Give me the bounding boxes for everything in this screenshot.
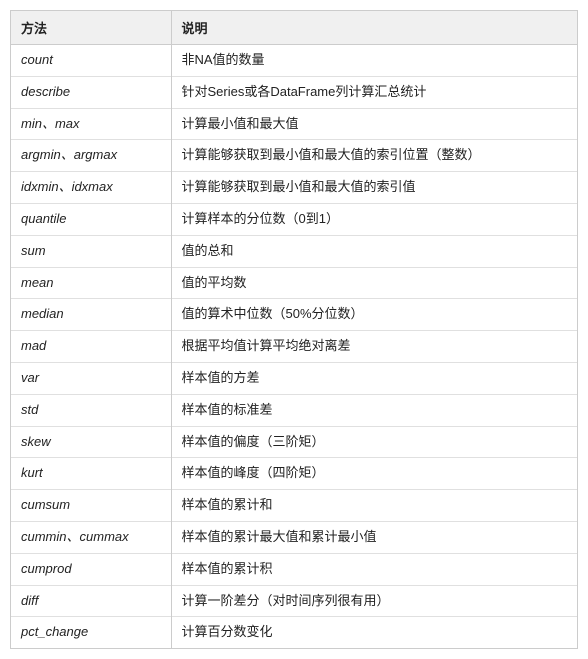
table-row: skew样本值的偏度（三阶矩） <box>11 426 577 458</box>
column-header-method: 方法 <box>11 11 171 45</box>
description-cell: 样本值的标准差 <box>171 394 577 426</box>
description-cell: 计算能够获取到最小值和最大值的索引位置（整数） <box>171 140 577 172</box>
method-cell: idxmin、idxmax <box>11 172 171 204</box>
method-cell: mad <box>11 331 171 363</box>
description-cell: 针对Series或各DataFrame列计算汇总统计 <box>171 76 577 108</box>
table-row: quantile计算样本的分位数（0到1） <box>11 203 577 235</box>
table-row: describe针对Series或各DataFrame列计算汇总统计 <box>11 76 577 108</box>
method-cell: sum <box>11 235 171 267</box>
method-cell: diff <box>11 585 171 617</box>
method-cell: min、max <box>11 108 171 140</box>
description-cell: 样本值的累计和 <box>171 490 577 522</box>
description-cell: 样本值的方差 <box>171 362 577 394</box>
column-header-description: 说明 <box>171 11 577 45</box>
method-cell: cumprod <box>11 553 171 585</box>
methods-table: 方法 说明 count非NA值的数量describe针对Series或各Data… <box>11 11 577 648</box>
table-row: cummin、cummax样本值的累计最大值和累计最小值 <box>11 521 577 553</box>
description-cell: 计算样本的分位数（0到1） <box>171 203 577 235</box>
method-cell: quantile <box>11 203 171 235</box>
method-cell: describe <box>11 76 171 108</box>
method-cell: std <box>11 394 171 426</box>
description-cell: 计算最小值和最大值 <box>171 108 577 140</box>
description-cell: 样本值的峰度（四阶矩） <box>171 458 577 490</box>
table-row: sum值的总和 <box>11 235 577 267</box>
table-row: pct_change计算百分数变化 <box>11 617 577 648</box>
table-row: mad根据平均值计算平均绝对离差 <box>11 331 577 363</box>
description-cell: 值的平均数 <box>171 267 577 299</box>
table-row: kurt样本值的峰度（四阶矩） <box>11 458 577 490</box>
method-cell: var <box>11 362 171 394</box>
table-row: cumprod样本值的累计积 <box>11 553 577 585</box>
table-header-row: 方法 说明 <box>11 11 577 45</box>
description-cell: 非NA值的数量 <box>171 45 577 77</box>
method-cell: cumsum <box>11 490 171 522</box>
table-row: argmin、argmax计算能够获取到最小值和最大值的索引位置（整数） <box>11 140 577 172</box>
method-cell: mean <box>11 267 171 299</box>
methods-table-container: 方法 说明 count非NA值的数量describe针对Series或各Data… <box>10 10 578 649</box>
method-cell: argmin、argmax <box>11 140 171 172</box>
table-row: min、max计算最小值和最大值 <box>11 108 577 140</box>
description-cell: 计算一阶差分（对时间序列很有用） <box>171 585 577 617</box>
method-cell: kurt <box>11 458 171 490</box>
method-cell: median <box>11 299 171 331</box>
description-cell: 样本值的累计最大值和累计最小值 <box>171 521 577 553</box>
table-body: count非NA值的数量describe针对Series或各DataFrame列… <box>11 45 577 649</box>
description-cell: 计算百分数变化 <box>171 617 577 648</box>
table-row: diff计算一阶差分（对时间序列很有用） <box>11 585 577 617</box>
description-cell: 计算能够获取到最小值和最大值的索引值 <box>171 172 577 204</box>
table-row: std样本值的标准差 <box>11 394 577 426</box>
method-cell: cummin、cummax <box>11 521 171 553</box>
method-cell: skew <box>11 426 171 458</box>
table-row: count非NA值的数量 <box>11 45 577 77</box>
table-row: median值的算术中位数（50%分位数） <box>11 299 577 331</box>
table-row: cumsum样本值的累计和 <box>11 490 577 522</box>
description-cell: 值的算术中位数（50%分位数） <box>171 299 577 331</box>
method-cell: pct_change <box>11 617 171 648</box>
description-cell: 值的总和 <box>171 235 577 267</box>
method-cell: count <box>11 45 171 77</box>
description-cell: 根据平均值计算平均绝对离差 <box>171 331 577 363</box>
description-cell: 样本值的偏度（三阶矩） <box>171 426 577 458</box>
description-cell: 样本值的累计积 <box>171 553 577 585</box>
table-row: var样本值的方差 <box>11 362 577 394</box>
table-row: idxmin、idxmax计算能够获取到最小值和最大值的索引值 <box>11 172 577 204</box>
table-row: mean值的平均数 <box>11 267 577 299</box>
